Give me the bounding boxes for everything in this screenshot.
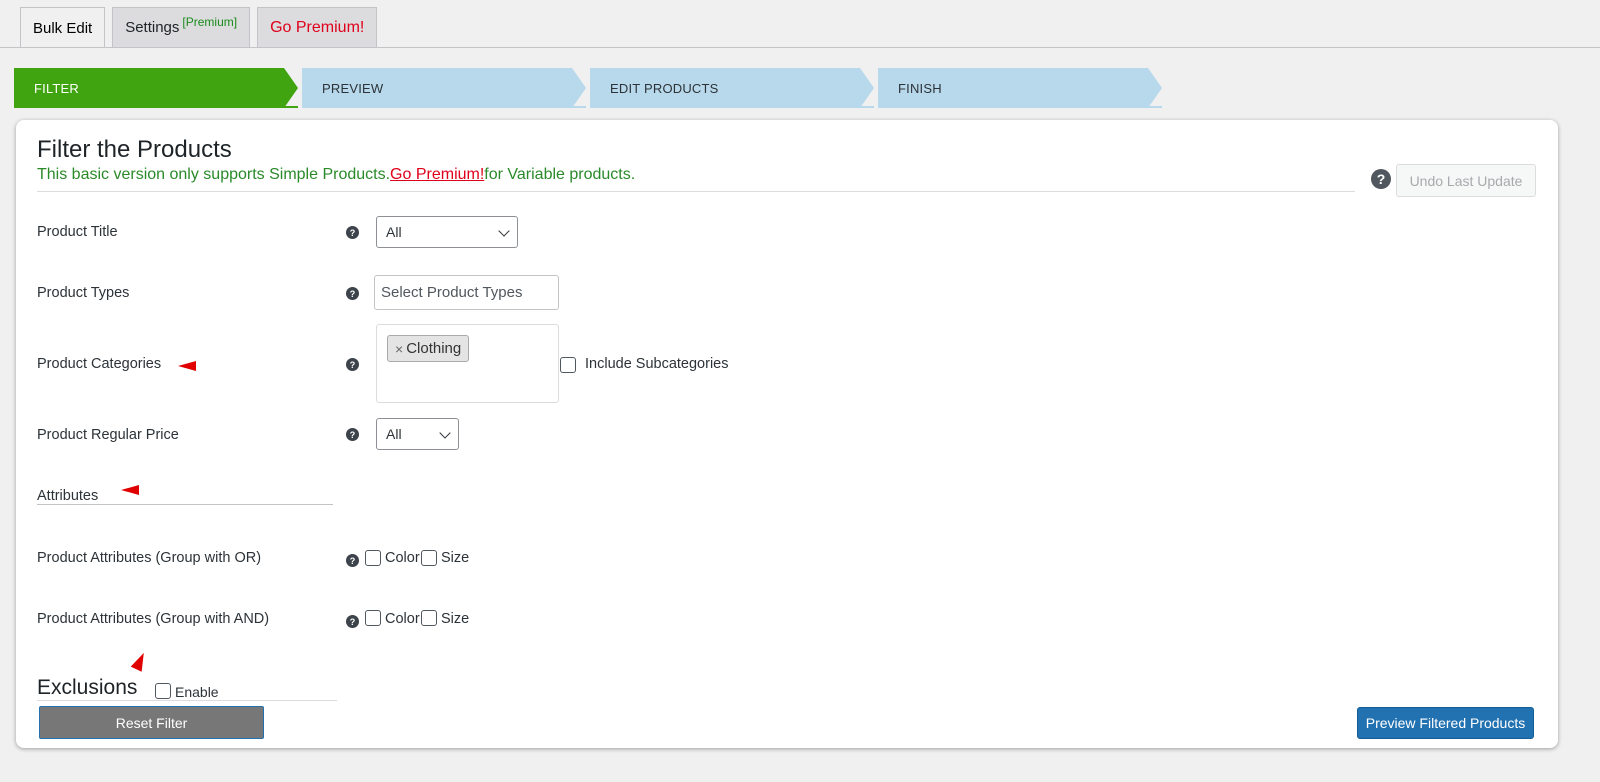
step-filter-underline	[14, 106, 298, 108]
chip-label: Clothing	[406, 340, 462, 357]
attributes-and-help-icon[interactable]: ?	[346, 615, 359, 628]
preview-filtered-products-button[interactable]: Preview Filtered Products	[1357, 707, 1534, 739]
attributes-and-label: Product Attributes (Group with AND)	[37, 611, 270, 627]
step-finish[interactable]: FINISH	[878, 68, 1162, 108]
attributes-or-color-checkbox[interactable]	[365, 550, 381, 566]
exclusions-divider	[37, 700, 337, 701]
attributes-or-label: Product Attributes (Group with OR)	[37, 550, 262, 566]
include-subcategories-checkbox[interactable]	[560, 357, 576, 373]
product-regular-price-help-icon[interactable]: ?	[346, 428, 359, 441]
chevron-down-icon	[498, 225, 510, 237]
page-title: Filter the Products	[37, 136, 232, 163]
attributes-or-size-label: Size	[441, 550, 470, 566]
step-preview-label: PREVIEW	[322, 80, 384, 96]
step-preview-underline	[302, 106, 586, 108]
tab-go-premium-label: Go Premium!	[270, 18, 365, 36]
step-edit-products-label: EDIT PRODUCTS	[610, 80, 719, 96]
reset-filter-button[interactable]: Reset Filter	[39, 706, 264, 739]
chevron-down-icon	[439, 427, 451, 439]
tabs-divider	[0, 47, 1600, 48]
version-note-text: This basic version only supports Simple …	[37, 166, 391, 183]
include-subcategories-label: Include Subcategories	[585, 356, 729, 372]
attributes-or-size-checkbox[interactable]	[421, 550, 437, 566]
product-types-input[interactable]: Select Product Types	[374, 275, 559, 310]
attributes-and-color-checkbox[interactable]	[365, 610, 381, 626]
tab-settings-label: Settings	[125, 19, 180, 36]
title-divider	[37, 191, 1355, 192]
tab-go-premium[interactable]: Go Premium!	[257, 7, 378, 47]
attributes-and-color-label: Color	[385, 611, 420, 627]
red-arrow-pointer	[130, 650, 150, 672]
step-preview[interactable]: PREVIEW	[302, 68, 586, 108]
undo-last-update-button[interactable]: Undo Last Update	[1396, 164, 1536, 197]
version-note-suffix: for Variable products.	[484, 166, 636, 183]
help-icon[interactable]: ?	[1371, 169, 1391, 189]
exclusions-enable-checkbox[interactable]	[155, 683, 171, 699]
step-finish-label: FINISH	[898, 80, 942, 96]
product-title-select-value: All	[386, 224, 402, 240]
product-types-label: Product Types	[37, 285, 130, 301]
attributes-and-size-checkbox[interactable]	[421, 610, 437, 626]
step-filter-label: FILTER	[34, 80, 80, 96]
exclusions-enable-label: Enable	[175, 684, 219, 700]
version-note: This basic version only supports Simple …	[37, 166, 635, 184]
attributes-heading: Attributes	[37, 488, 99, 504]
premium-badge: [Premium]	[182, 14, 238, 29]
step-finish-underline	[878, 106, 1162, 108]
tab-bulk-edit[interactable]: Bulk Edit	[20, 7, 106, 48]
filter-card: Filter the Products This basic version o…	[16, 120, 1558, 748]
attributes-divider	[37, 504, 333, 505]
product-title-select[interactable]: All	[376, 216, 518, 248]
red-arrow-pointer	[178, 361, 196, 371]
attributes-or-help-icon[interactable]: ?	[346, 554, 359, 567]
red-arrow-pointer	[121, 485, 139, 495]
step-edit-underline	[590, 106, 874, 108]
chip-remove-icon[interactable]: ×	[395, 341, 403, 357]
product-title-help-icon[interactable]: ?	[346, 226, 359, 239]
product-regular-price-select-value: All	[386, 426, 402, 442]
product-categories-select[interactable]: × Clothing	[376, 324, 559, 403]
tab-settings[interactable]: Settings [Premium]	[112, 7, 251, 47]
product-categories-label: Product Categories	[37, 356, 162, 372]
top-tabs: Bulk Edit Settings [Premium] Go Premium!	[20, 7, 378, 48]
go-premium-link[interactable]: Go Premium!	[390, 166, 484, 183]
exclusions-heading: Exclusions	[37, 676, 138, 699]
product-categories-help-icon[interactable]: ?	[346, 358, 359, 371]
step-filter[interactable]: FILTER	[14, 68, 298, 108]
step-edit-products[interactable]: EDIT PRODUCTS	[590, 68, 874, 108]
product-regular-price-select[interactable]: All	[376, 418, 459, 450]
tab-bulk-edit-label: Bulk Edit	[33, 19, 93, 37]
attributes-or-color-label: Color	[385, 550, 420, 566]
product-title-label: Product Title	[37, 224, 118, 240]
product-regular-price-label: Product Regular Price	[37, 427, 179, 443]
category-chip-clothing: × Clothing	[387, 335, 470, 362]
product-types-help-icon[interactable]: ?	[346, 287, 359, 300]
attributes-and-size-label: Size	[441, 611, 470, 627]
